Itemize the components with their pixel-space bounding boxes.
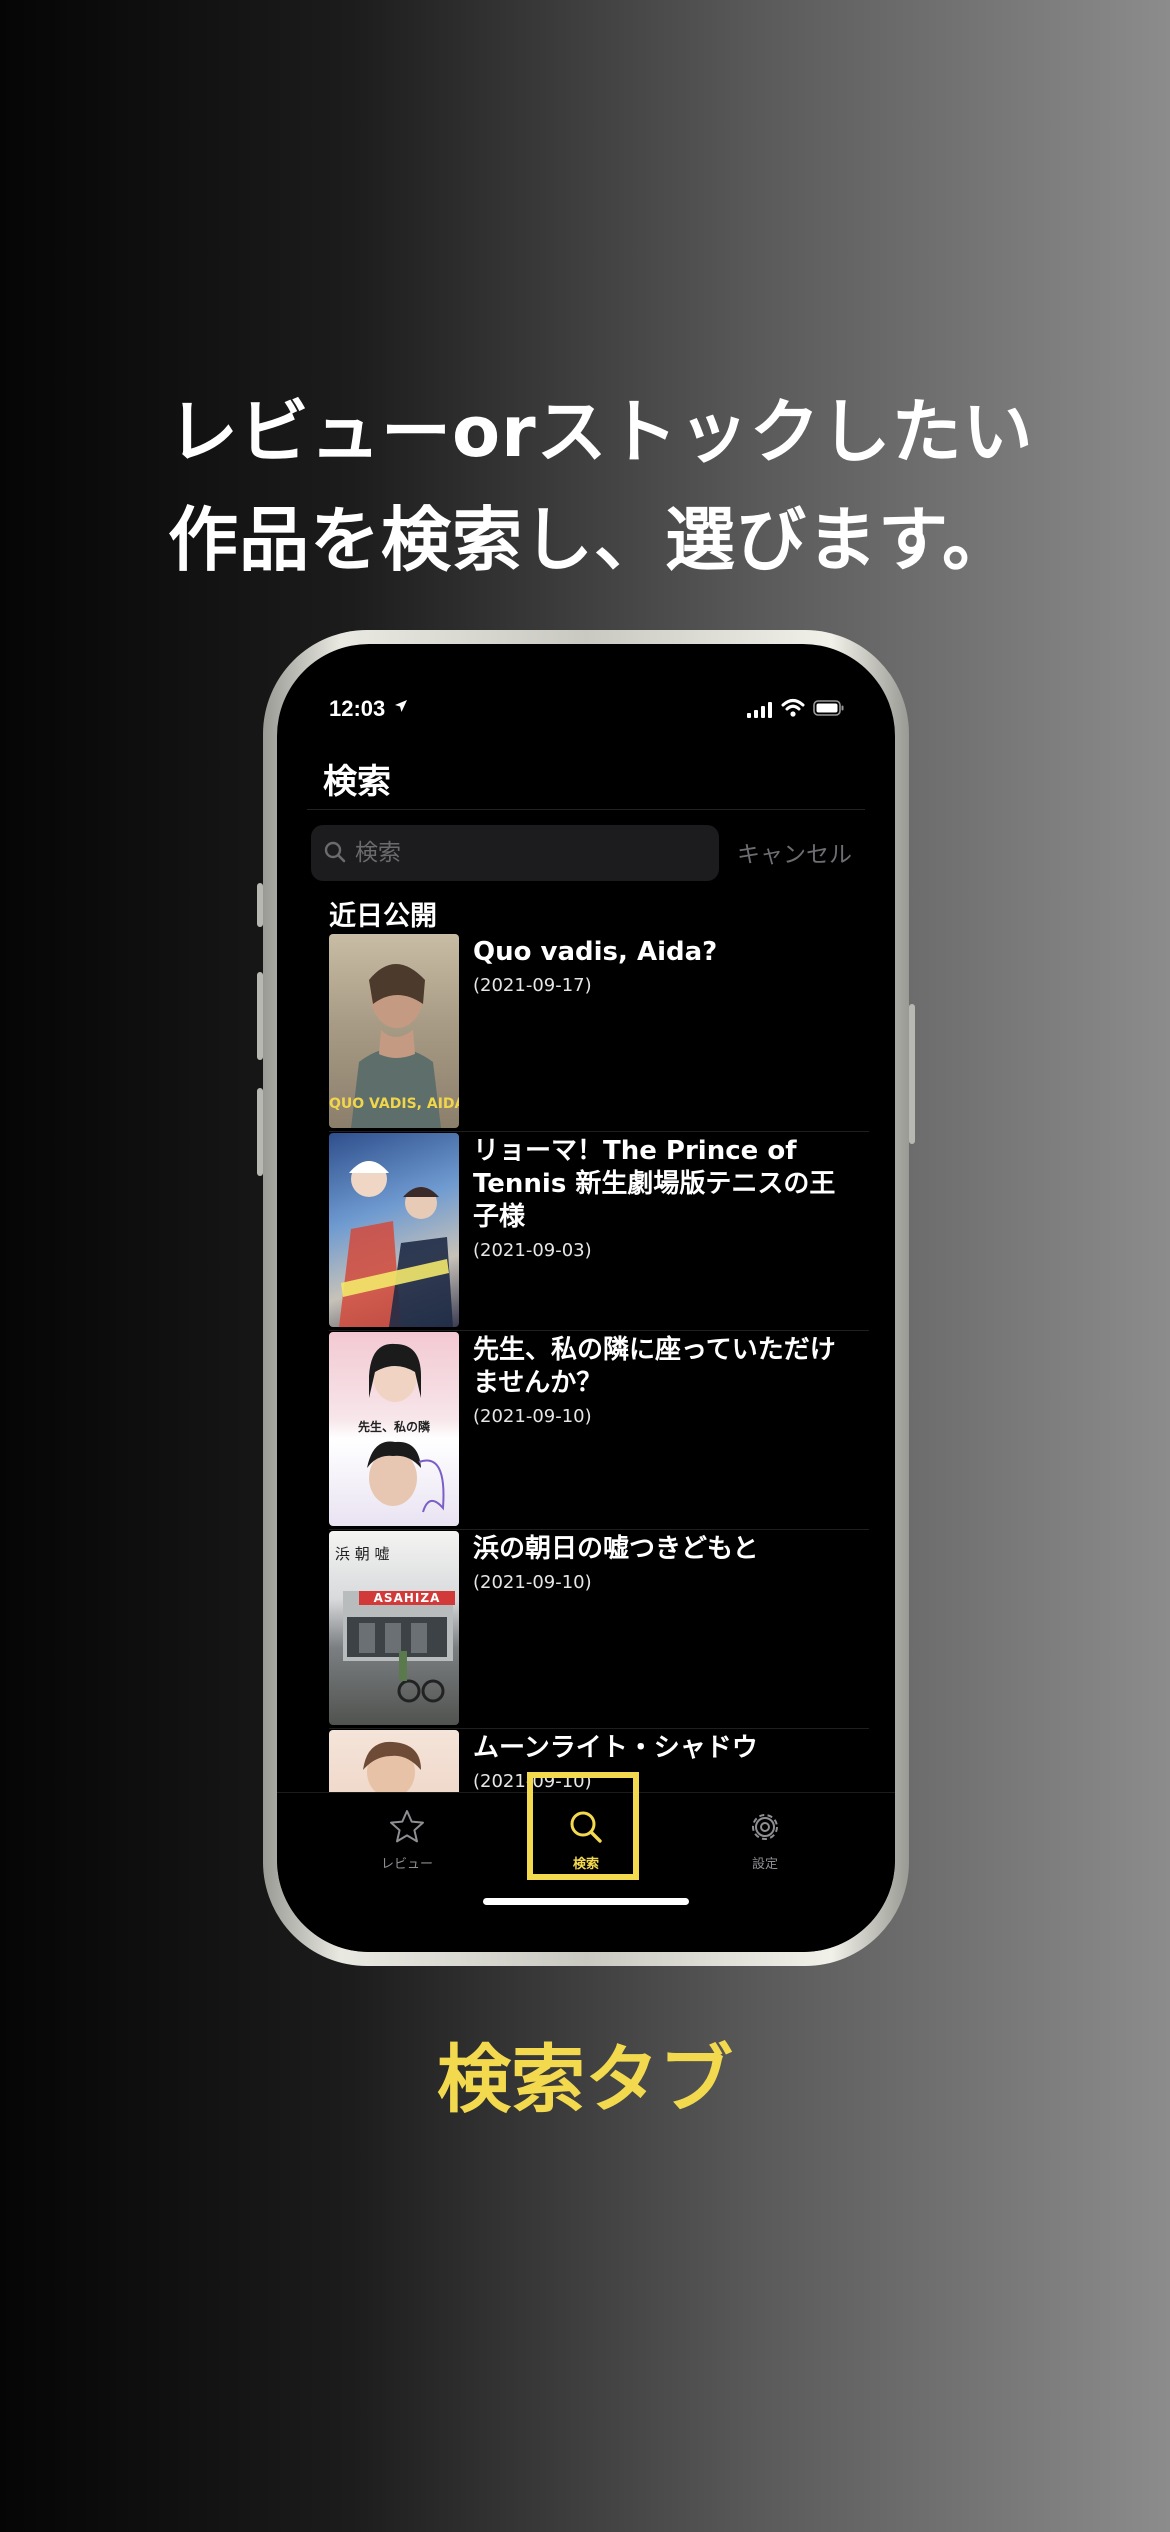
status-time: 12:03 [329,696,386,721]
poster-title-text: 先生、私の隣 [357,1420,430,1434]
power-button [909,1004,915,1144]
headline: レビューorストックしたい 作品を検索し、選びます。 [168,378,1068,594]
feature-caption: 検索タブ [437,2037,733,2123]
movie-title: 先生、私の隣に座っていただけませんか？ [473,1335,836,1398]
cellular-signal-icon [747,702,772,718]
list-item[interactable]: QUO VADIS, AIDA? Quo vadis, Aida? (2021-… [329,934,869,1132]
volume-down-button [257,1088,263,1176]
movie-title: リョーマ！The Prince of Tennis 新生劇場版テニスの王子様 [473,1136,836,1232]
movie-release-date: (2021-09-10) [473,1572,592,1593]
gear-icon [752,1814,778,1840]
row-divider [329,1131,869,1132]
search-input[interactable] [355,825,705,881]
cancel-button[interactable]: キャンセル [737,835,852,869]
battery-icon [813,700,844,716]
wifi-icon [781,699,805,717]
list-item[interactable]: リョーマ！The Prince of Tennis 新生劇場版テニスの王子様 (… [329,1133,869,1331]
poster-artwork [339,1161,453,1327]
movie-title: Quo vadis, Aida? [473,937,718,967]
movie-release-date: (2021-09-10) [473,1406,592,1427]
page-title: 検索 [323,762,391,802]
mute-switch [257,883,263,927]
movie-poster: QUO VADIS, AIDA? [329,934,459,1128]
movie-title-block: 先生、私の隣に座っていただけませんか？ (2021-09-10) [473,1334,853,1430]
star-icon [390,1810,424,1843]
movie-poster: 先生、私の隣 [329,1332,459,1526]
headline-line-2: 作品を検索し、選びます。 [168,499,1013,581]
phone-screen: 12:03 検索 キャンセル 近日公開 [277,644,895,1952]
movie-title: 浜の朝日の嘘つきどもと [473,1534,759,1564]
section-title-upcoming: 近日公開 [329,901,437,932]
movie-title-block: Quo vadis, Aida? (2021-09-17) [473,936,853,999]
movie-title-block: 浜の朝日の嘘つきどもと (2021-09-10) [473,1533,853,1596]
movie-release-date: (2021-09-17) [473,975,592,996]
nav-divider [307,809,865,810]
poster-artwork: 浜 朝 嘘 [335,1545,453,1703]
list-item[interactable]: 先生、私の隣 先生、私の隣に座っていただけませんか？ (2021-09-10) [329,1332,869,1530]
tab-review-label: レビュー [380,1857,433,1872]
tab-review[interactable]: レビュー [347,1807,467,1872]
search-icon [324,841,346,863]
status-bar: 12:03 [277,696,895,732]
row-divider [329,1728,869,1729]
headline-line-1: レビューorストックしたい [168,391,1034,473]
location-icon [395,700,407,712]
row-divider [329,1529,869,1530]
row-divider [329,1330,869,1331]
poster-title-text: ASAHIZA [359,1591,455,1605]
list-item[interactable]: 浜 朝 嘘 ASAHIZA 浜の朝日の嘘つきどもと (2021-09-10) [329,1531,869,1729]
poster-title-text: QUO VADIS, AIDA? [329,1096,459,1112]
movie-poster [329,1133,459,1327]
movie-title: ムーンライト・シャドウ [473,1733,758,1763]
svg-text:浜 朝 嘘: 浜 朝 嘘 [335,1545,390,1563]
search-bar[interactable] [311,825,719,881]
movie-title-block: リョーマ！The Prince of Tennis 新生劇場版テニスの王子様 (… [473,1135,853,1264]
movie-release-date: (2021-09-03) [473,1240,592,1261]
tab-settings[interactable]: 設定 [705,1807,825,1872]
home-indicator[interactable] [483,1898,689,1905]
active-tab-highlight [527,1772,639,1880]
tab-settings-label: 設定 [751,1857,778,1872]
movie-poster: 浜 朝 嘘 ASAHIZA [329,1531,459,1725]
volume-up-button [257,972,263,1060]
